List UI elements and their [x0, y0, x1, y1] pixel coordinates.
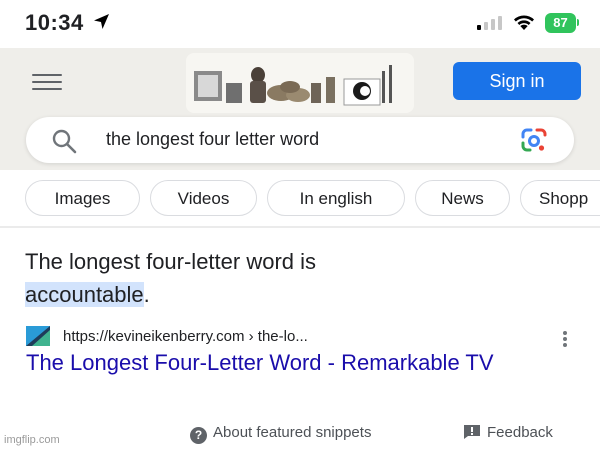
- imgflip-watermark: imgflip.com: [4, 434, 60, 446]
- sign-in-button[interactable]: Sign in: [453, 62, 581, 100]
- result-url[interactable]: https://kevineikenberry.com › the-lo...: [63, 328, 308, 345]
- filter-chips: Images Videos In english News Shopp: [0, 170, 600, 225]
- help-icon: ?: [190, 427, 207, 444]
- battery-tip: [577, 19, 579, 26]
- battery-icon: 87: [545, 13, 576, 33]
- chip-in-english[interactable]: In english: [267, 180, 405, 216]
- feedback-link[interactable]: Feedback: [463, 424, 553, 441]
- status-bar: 10:34 87: [0, 0, 600, 48]
- search-icon[interactable]: [51, 128, 77, 159]
- result-title-link[interactable]: The Longest Four-Letter Word - Remarkabl…: [26, 351, 546, 375]
- snippet-text: The longest four-letter word is: [25, 249, 317, 274]
- featured-snippet: The longest four-letter word is accounta…: [25, 245, 575, 311]
- wifi-icon: [512, 13, 536, 36]
- chip-videos[interactable]: Videos: [150, 180, 257, 216]
- feedback-icon: [464, 425, 480, 439]
- chip-news[interactable]: News: [415, 180, 510, 216]
- google-lens-icon[interactable]: [520, 128, 548, 159]
- search-input[interactable]: [106, 129, 486, 150]
- hamburger-menu-icon[interactable]: [32, 74, 62, 90]
- section-divider: [0, 226, 600, 228]
- doodle-image[interactable]: [186, 53, 414, 113]
- site-favicon: [26, 326, 50, 351]
- status-time: 10:34: [25, 10, 84, 35]
- feedback-label: Feedback: [487, 424, 553, 441]
- search-box[interactable]: [26, 117, 574, 163]
- snippet-period: .: [143, 282, 150, 307]
- snippet-highlight: accountable: [25, 282, 144, 307]
- cellular-signal-icon: [477, 16, 503, 35]
- about-featured-snippets-link[interactable]: ? About featured snippets: [190, 424, 371, 444]
- chip-shopping[interactable]: Shopp: [520, 180, 600, 216]
- more-options-icon[interactable]: [562, 330, 568, 353]
- chip-images[interactable]: Images: [25, 180, 140, 216]
- location-arrow-icon: [93, 13, 110, 35]
- about-label: About featured snippets: [213, 424, 372, 441]
